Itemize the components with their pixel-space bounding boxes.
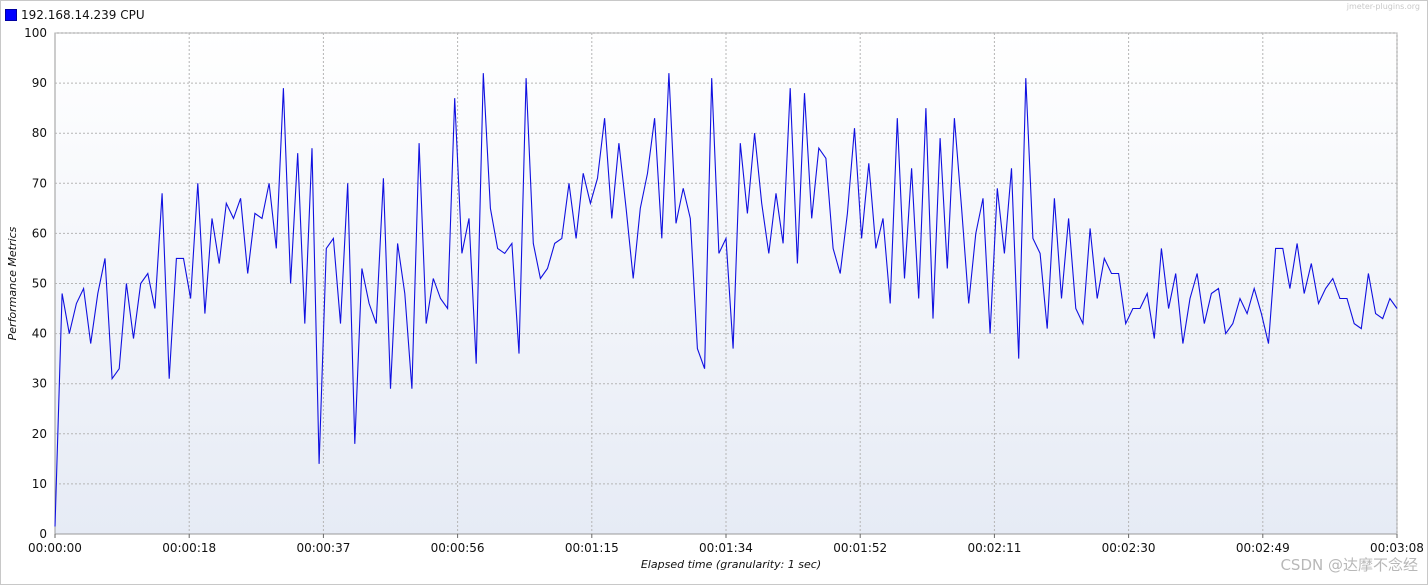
cpu-line-chart: 0102030405060708090100 00:00:00 00:00:18 0…: [6, 26, 1424, 571]
y-tick-label: 90: [32, 76, 47, 90]
y-tick-label: 10: [32, 477, 47, 491]
x-tick-label: 00:02:11: [967, 541, 1021, 555]
x-axis-ticks: 00:00:00 00:00:18 00:00:37 00:00:56 00:01:15…: [28, 534, 1424, 555]
x-tick-label: 00:02:30: [1102, 541, 1156, 555]
y-axis-title: Performance Metrics: [6, 226, 19, 340]
y-tick-label: 0: [39, 527, 47, 541]
y-tick-label: 100: [24, 26, 47, 40]
y-axis-ticks: 0 10 20 30 40 50 60 70 80 90 100: [24, 26, 47, 541]
x-tick-label: 00:00:37: [296, 541, 350, 555]
y-tick-label: 70: [32, 176, 47, 190]
y-tick-label: 80: [32, 126, 47, 140]
y-tick-label: 60: [32, 226, 47, 240]
x-tick-label: 00:03:08: [1370, 541, 1424, 555]
y-tick-label: 30: [32, 377, 47, 391]
x-tick-label: 00:00:56: [431, 541, 485, 555]
x-tick-label: 00:00:00: [28, 541, 82, 555]
y-tick-label: 40: [32, 327, 47, 341]
y-tick-label: 50: [32, 277, 47, 291]
x-tick-label: 00:01:52: [833, 541, 887, 555]
csdn-watermark: CSDN @达摩不念经: [1280, 556, 1418, 574]
x-axis-title: Elapsed time (granularity: 1 sec): [641, 558, 821, 571]
x-tick-label: 00:00:18: [162, 541, 216, 555]
x-tick-label: 00:01:34: [699, 541, 753, 555]
y-tick-label: 20: [32, 427, 47, 441]
x-tick-label: 00:02:49: [1236, 541, 1290, 555]
x-tick-label: 00:01:15: [565, 541, 619, 555]
